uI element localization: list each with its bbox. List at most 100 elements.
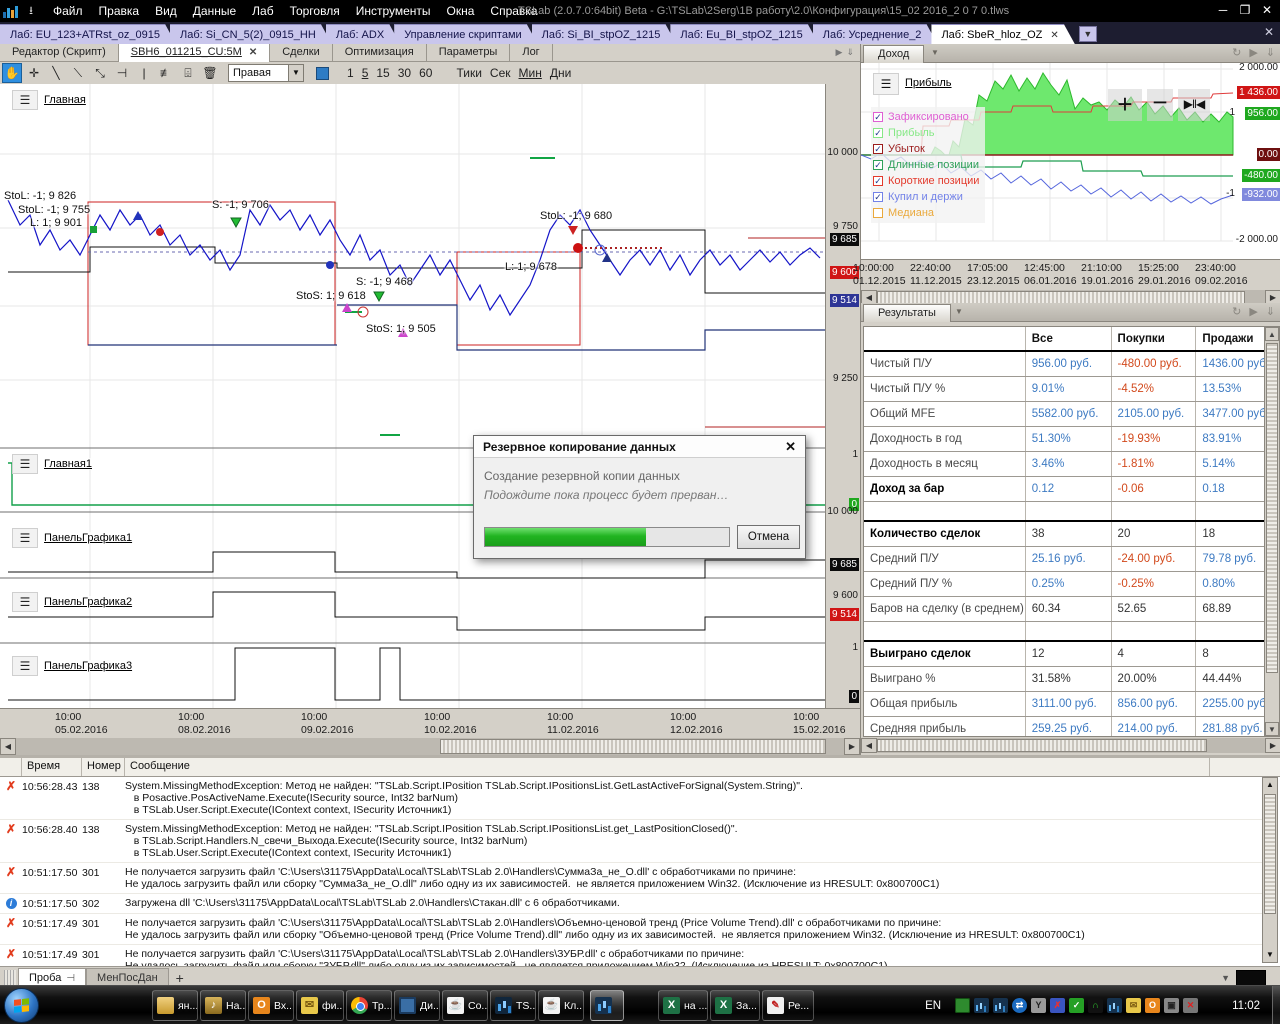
lab-tab[interactable]: Лаб: Si_BI_stpOZ_1215 <box>532 24 677 44</box>
income-tab-dropdown-icon[interactable]: ▼ <box>925 48 945 61</box>
mute-tray-icon[interactable]: ✕ <box>1183 998 1198 1013</box>
show-desktop-button[interactable] <box>1272 986 1280 1024</box>
delete-drawings-icon[interactable]: 🗑 <box>200 63 220 83</box>
network-tray-icon[interactable]: ▣ <box>1164 998 1179 1013</box>
scroll-up-icon[interactable]: ▲ <box>1263 778 1277 792</box>
menu-item-Инструменты[interactable]: Инструменты <box>348 0 439 22</box>
log-col-Время[interactable]: Время <box>22 758 82 776</box>
income-series-title[interactable]: Прибыль <box>905 77 952 89</box>
timeframe-15[interactable]: 15 <box>372 66 393 80</box>
axis-side-select[interactable]: Правая ▼ <box>228 64 304 82</box>
candles-view-icon[interactable]: ▶‖◀ <box>1178 89 1210 121</box>
column-header[interactable]: Все <box>1025 327 1111 351</box>
chevron-down-icon[interactable]: ▼ <box>1221 973 1230 983</box>
lab-tab[interactable]: Управление скриптами <box>394 24 537 44</box>
scroll-up-icon[interactable]: ▲ <box>1265 327 1279 341</box>
tab-close-icon[interactable]: ✕ <box>249 47 257 58</box>
scroll-down-icon[interactable]: ▼ <box>1265 722 1279 736</box>
log-col-Номер[interactable]: Номер <box>82 758 125 776</box>
grid-tray-icon[interactable] <box>955 998 970 1013</box>
panel-menu-icon[interactable]: ☰ <box>12 528 38 548</box>
legend-item[interactable]: ✓Убыток <box>873 141 979 157</box>
tab-group-close-icon[interactable]: ✕ <box>1264 25 1274 39</box>
unit-Тики[interactable]: Тики <box>452 66 485 80</box>
lab-tab[interactable]: Лаб: ADX <box>326 24 400 44</box>
taskbar-app-Ди...[interactable]: Ди... <box>394 990 440 1021</box>
lab-tab[interactable]: Лаб: Si_CN_5(2)_0915_HH <box>170 24 332 44</box>
legend-item[interactable]: ✓Прибыль <box>873 125 979 141</box>
results-tab-dropdown-icon[interactable]: ▼ <box>949 307 969 320</box>
refresh-icon[interactable]: ↻ <box>1232 46 1241 59</box>
cylinder-tool-icon[interactable]: ⌹ <box>178 63 198 83</box>
taskbar-app-Вх...[interactable]: OВх... <box>248 990 294 1021</box>
log-row[interactable]: ✗10:51:17.49301Не получается загрузить ф… <box>0 945 1262 966</box>
taskbar-app-ян...[interactable]: ян... <box>152 990 198 1021</box>
legend-checkbox[interactable]: ✓ <box>873 192 883 202</box>
lab-tab[interactable]: Лаб: Eu_BI_stpOZ_1215 <box>670 24 818 44</box>
scroll-right-icon[interactable]: ▶ <box>1265 738 1280 753</box>
panel-title-label[interactable]: Главная <box>44 94 86 106</box>
taskbar-app-Тр...[interactable]: Тр... <box>346 990 392 1021</box>
headset-tray-icon[interactable]: ∩ <box>1088 998 1103 1013</box>
menu-item-Торговля[interactable]: Торговля <box>282 0 348 22</box>
panel-title-label[interactable]: ПанельГрафика2 <box>44 596 132 608</box>
log-row[interactable]: i10:51:17.50302Загружена dll 'C:\Users\3… <box>0 894 1262 914</box>
start-button[interactable] <box>4 988 39 1023</box>
unit-Сек[interactable]: Сек <box>486 66 515 80</box>
bars-tray-icon[interactable] <box>1107 998 1122 1013</box>
nav-forward-icon[interactable]: ▶ <box>836 47 843 58</box>
timeframe-5[interactable]: 5 <box>358 66 373 80</box>
time-axis[interactable]: 10:0005.02.201610:0008.02.201610:0009.02… <box>0 708 860 738</box>
taskbar-clock[interactable]: 11:02 <box>1232 1000 1260 1012</box>
log-col-Сообщение[interactable]: Сообщение <box>125 758 1210 776</box>
trendline-tool-icon[interactable]: ╲ <box>46 63 66 83</box>
scroll-left-icon[interactable]: ◀ <box>0 738 16 755</box>
menu-item-Данные[interactable]: Данные <box>185 0 244 22</box>
menu-item-Окна[interactable]: Окна <box>439 0 483 22</box>
panel-menu-icon[interactable]: ☰ <box>12 592 38 612</box>
doc-tab[interactable]: Параметры <box>427 44 511 62</box>
drag-grip[interactable] <box>4 970 16 986</box>
taskbar-app-фи...[interactable]: ✉фи... <box>296 990 344 1021</box>
income-time-axis[interactable]: 10:00:0001.12.201522:40:0011.12.201517:0… <box>861 259 1280 290</box>
timeframe-30[interactable]: 30 <box>394 66 415 80</box>
legend-item[interactable]: Медиана <box>873 205 979 221</box>
doc-tab[interactable]: Редактор (Скрипт) <box>0 44 119 62</box>
price-axis[interactable]: 10 0009 7509 6859 6009 5149 2501010 0009… <box>825 84 860 708</box>
teamviewer-tray-icon[interactable]: ⇄ <box>1012 998 1027 1013</box>
lab-tab[interactable]: Лаб: SbeR_hloz_OZ✕ <box>931 24 1074 44</box>
dock-icon[interactable]: ⇓ <box>1266 46 1275 59</box>
scroll-thumb[interactable] <box>1264 794 1276 914</box>
shield-tray-icon[interactable]: ✗ <box>1050 998 1065 1013</box>
mail-tray-icon[interactable]: ✉ <box>1126 998 1141 1013</box>
legend-item[interactable]: ✓Короткие позиции <box>873 173 979 189</box>
chart-h-scrollbar[interactable]: ◀ ▶ <box>0 738 860 755</box>
panel-title-label[interactable]: ПанельГрафика1 <box>44 532 132 544</box>
vline-tool-icon[interactable]: | <box>134 63 154 83</box>
save-icon[interactable]: ⭳ <box>23 4 39 18</box>
tab-close-icon[interactable]: ✕ <box>1050 30 1058 41</box>
segment-tool-icon[interactable]: ⤡ <box>90 63 110 83</box>
lab-tab[interactable]: Лаб: Усреднение_2 <box>813 24 938 44</box>
scroll-left-icon[interactable]: ◀ <box>861 738 877 753</box>
log-row[interactable]: ✗10:56:28.40138System.MissingMethodExcep… <box>0 820 1262 863</box>
scroll-right-icon[interactable]: ▶ <box>844 738 860 755</box>
dock-icon[interactable]: ⇓ <box>1266 305 1275 318</box>
panel-menu-icon[interactable]: ☰ <box>12 90 38 110</box>
dialog-close-icon[interactable]: ✕ <box>785 439 805 455</box>
scroll-down-icon[interactable]: ▼ <box>1263 948 1277 962</box>
minimize-button[interactable]: ─ <box>1212 0 1234 20</box>
tab-list-dropdown-icon[interactable]: ▼ <box>1079 26 1097 42</box>
color-swatch[interactable] <box>316 67 329 80</box>
legend-checkbox[interactable]: ✓ <box>873 176 883 186</box>
legend-item[interactable]: ✓Зафиксировано <box>873 109 979 125</box>
timeframe-60[interactable]: 60 <box>415 66 436 80</box>
crosshair-tool-icon[interactable]: ✛ <box>24 63 44 83</box>
legend-checkbox[interactable]: ✓ <box>873 144 883 154</box>
check-tray-icon[interactable]: ✓ <box>1069 998 1084 1013</box>
legend-checkbox[interactable]: ✓ <box>873 112 883 122</box>
pan-hand-tool-icon[interactable]: ✋ <box>2 63 22 83</box>
add-tab-button[interactable]: + <box>169 970 191 986</box>
usb-tray-icon[interactable]: Y <box>1031 998 1046 1013</box>
scroll-thumb[interactable] <box>1266 343 1278 673</box>
